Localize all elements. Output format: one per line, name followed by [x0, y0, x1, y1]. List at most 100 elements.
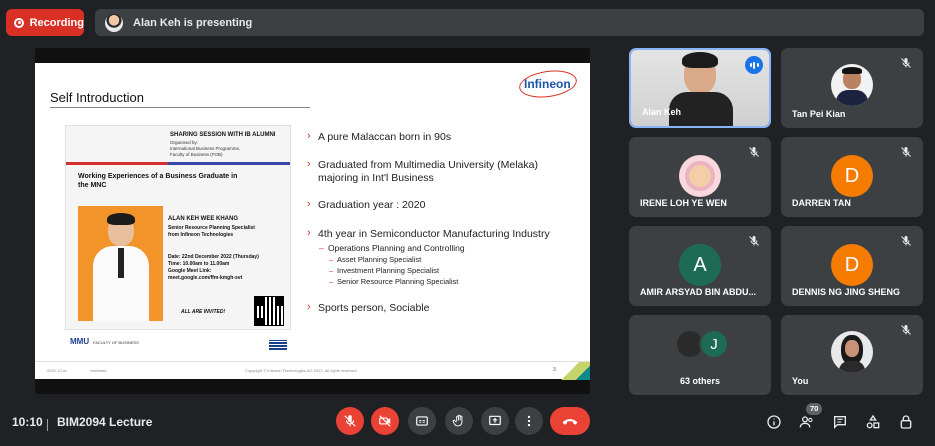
camera-off-icon: [379, 415, 391, 427]
bullet-industry: 4th year in Semiconductor Manufacturing …: [307, 227, 587, 241]
poster-org-line2: Faculty of Business (FOB): [170, 152, 223, 157]
more-options-button[interactable]: [515, 407, 543, 435]
participant-tile-amir[interactable]: A AMIR ARSYAD BIN ABDU...: [629, 226, 771, 306]
bullet-born: A pure Malaccan born in 90s: [307, 130, 587, 144]
activities-icon: [866, 414, 880, 429]
avatar: [679, 155, 721, 197]
poster-role-line2: from Infineon Technologies: [168, 232, 234, 238]
qr-code: [254, 296, 284, 326]
mic-toggle-button[interactable]: [336, 407, 364, 435]
meeting-title: BIM2094 Lecture: [57, 415, 153, 429]
bullet-graduation-year: Graduation year : 2020: [307, 198, 587, 212]
avatar: [831, 331, 873, 373]
mic-off-icon: [344, 415, 356, 427]
presenting-banner: Alan Keh is presenting: [95, 9, 924, 36]
slide-footer: 2022-12-xx restricted Copyright © Infine…: [35, 361, 590, 380]
poster-invited: ALL ARE INVITED!: [181, 309, 226, 315]
faculty-logo-text: FACULTY OF BUSINESS: [93, 340, 139, 345]
camera-toggle-button[interactable]: [371, 407, 399, 435]
event-poster: SHARING SESSION WITH IB ALUMNI Organised…: [65, 125, 291, 330]
subsub-asset: Asset Planning Specialist: [329, 255, 421, 264]
poster-date: Date: 22nd December 2022 (Thursday): [168, 254, 259, 260]
chat-button[interactable]: [831, 413, 849, 431]
participant-name: DENNIS NG JING SHENG: [792, 287, 901, 297]
participant-name: Tan Pei Kian: [792, 109, 846, 119]
infineon-logo: Infineon: [524, 77, 571, 91]
bullet-graduated-line2: majoring in Int'l Business: [318, 172, 434, 184]
meeting-details-button[interactable]: [765, 413, 783, 431]
host-controls-button[interactable]: [897, 413, 915, 431]
present-screen-icon: [489, 415, 501, 426]
presenting-text: Alan Keh is presenting: [133, 16, 253, 29]
clock: 10:10: [12, 415, 43, 429]
title-underline: [50, 107, 310, 108]
participant-name: You: [792, 376, 809, 386]
poster-time: Time: 10.00am to 11.00am: [168, 261, 230, 267]
people-button[interactable]: [798, 413, 816, 431]
faculty-emblem: [269, 340, 287, 350]
raise-hand-button[interactable]: [445, 407, 473, 435]
footer-copyright: Copyright © Infineon Technologies AG 202…: [245, 368, 358, 373]
avatar-hair: [842, 67, 862, 74]
avatar: A: [679, 244, 721, 286]
footer-restricted: restricted: [90, 368, 107, 373]
others-count: 63 others: [679, 376, 721, 386]
poster-stripe: [66, 162, 290, 165]
mic-off-icon: [899, 56, 913, 70]
avatar-clothes: [839, 361, 865, 373]
participant-name: AMIR ARSYAD BIN ABDU...: [640, 287, 757, 297]
poster-speaker-role: Senior Resource Planning Specialist from…: [168, 225, 288, 239]
mic-off-icon: [747, 234, 761, 248]
avatar: [831, 64, 873, 106]
divider: [47, 419, 48, 431]
more-vert-icon: [527, 415, 531, 427]
footer-corner-graphic: [560, 362, 590, 380]
person-tie: [118, 248, 124, 278]
captions-icon: [416, 416, 428, 426]
speaking-indicator-icon: [745, 56, 763, 74]
mmu-logo-text: MMU: [70, 337, 90, 346]
participant-name: Alan Keh: [642, 107, 682, 117]
avatar-cartoon-face: [685, 161, 715, 191]
bullet-graduated: Graduated from Multimedia University (Me…: [307, 158, 587, 185]
participant-tile-irene[interactable]: IRENE LOH YE WEN: [629, 137, 771, 217]
lock-person-icon: [900, 415, 912, 429]
mic-off-icon: [899, 145, 913, 159]
recording-button[interactable]: Recording: [6, 9, 84, 36]
subsub-senior: Senior Resource Planning Specialist: [329, 277, 458, 286]
person-hair: [107, 213, 135, 225]
sub-bullet-operations: Operations Planning and Controlling: [319, 243, 465, 253]
activities-button[interactable]: [864, 413, 882, 431]
slide-title: Self Introduction: [50, 90, 144, 105]
others-avatar-initial: J: [699, 329, 729, 359]
participant-tile-others[interactable]: J 63 others: [629, 315, 771, 395]
poster-role-line1: Senior Resource Planning Specialist: [168, 225, 255, 231]
participant-tile-darren-tan[interactable]: D DARREN TAN: [781, 137, 923, 217]
poster-details: Date: 22nd December 2022 (Thursday) Time…: [168, 254, 288, 282]
recording-label: Recording: [29, 16, 84, 29]
footer-date: 2022-12-xx: [47, 368, 68, 373]
poster-heading: SHARING SESSION WITH IB ALUMNI: [170, 132, 276, 138]
recording-icon: [14, 17, 24, 28]
poster-meet-label: Google Meet Link:: [168, 268, 212, 274]
alan-hair: [682, 52, 718, 68]
participant-tile-tan-pei-kian[interactable]: Tan Pei Kian: [781, 48, 923, 128]
leave-call-button[interactable]: [550, 407, 590, 435]
presenter-avatar: [105, 13, 123, 32]
subsub-investment: Investment Planning Specialist: [329, 266, 439, 275]
presentation-stage[interactable]: Self Introduction Infineon SHARING SESSI…: [35, 48, 590, 394]
participant-tile-dennis[interactable]: D DENNIS NG JING SHENG: [781, 226, 923, 306]
participant-tile-alan-keh[interactable]: Alan Keh: [629, 48, 771, 128]
info-icon: [767, 415, 781, 429]
present-button[interactable]: [481, 407, 509, 435]
poster-meet-link: meet.google.com/ffm-kmgh-svt: [168, 275, 243, 281]
participant-tile-you[interactable]: You: [781, 315, 923, 395]
bullet-graduated-line1: Graduated from Multimedia University (Me…: [318, 159, 538, 171]
people-icon: [799, 416, 813, 428]
captions-button[interactable]: [408, 407, 436, 435]
poster-subtitle: Working Experiences of a Business Gradua…: [78, 173, 238, 189]
avatar: D: [831, 155, 873, 197]
poster-organiser: Organised by: International Business Pro…: [170, 140, 280, 158]
poster-speaker-name: ALAN KEH WEE KHANG: [168, 216, 238, 222]
mmu-logo: MMU FACULTY OF BUSINESS: [70, 337, 139, 346]
